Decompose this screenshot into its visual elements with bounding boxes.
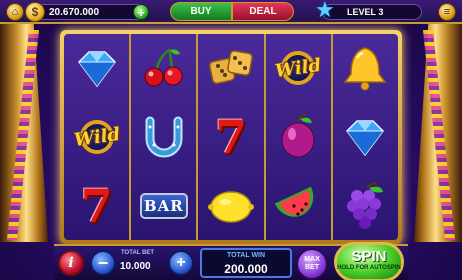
bar-symbol-icon: BAR <box>139 192 188 219</box>
reel-2: BAR <box>131 34 199 240</box>
buy-button[interactable]: BUY <box>170 2 232 21</box>
deal-button[interactable]: DEAL <box>232 2 294 21</box>
total-bet-value: 10.000 <box>120 261 151 272</box>
info-button[interactable]: i <box>58 250 84 276</box>
reel-cell <box>266 171 331 240</box>
seven-symbol-icon: 7 <box>215 110 248 164</box>
spin-label: SPIN <box>351 248 387 265</box>
reel-cell <box>333 34 398 103</box>
max-bet-button[interactable]: MAX BET <box>296 248 328 280</box>
buy-coins-button[interactable]: + <box>133 4 149 20</box>
menu-icon: ≡ <box>443 6 451 18</box>
total-bet-label: TOTAL BET <box>121 250 154 256</box>
diamond-symbol-icon <box>77 51 116 88</box>
top-bar: ⌂ $ 20.670.000 + BUY DEAL ★ LEVEL 3 ≡ <box>0 0 462 24</box>
horseshoe-symbol-icon <box>145 116 183 158</box>
dice-symbol-icon <box>208 50 253 85</box>
spin-button[interactable]: SPIN HOLD FOR AUTOSPIN <box>334 242 404 280</box>
reel-cell: 7 <box>64 171 129 240</box>
wild-symbol-icon: Wild <box>272 48 324 88</box>
lemon-symbol-icon <box>208 190 254 223</box>
level-indicator: ★ LEVEL 3 <box>315 0 422 21</box>
coin-icon: $ <box>25 2 45 22</box>
reel-cell <box>266 103 331 172</box>
reel-1: Wild 7 <box>64 34 132 240</box>
reel-cell: 7 <box>198 103 263 172</box>
star-icon: ★ <box>315 0 335 22</box>
diamond-symbol-icon <box>346 120 385 157</box>
reel-cell: Wild <box>266 34 331 103</box>
total-win-value: 200.000 <box>224 262 268 276</box>
total-win-box: TOTAL WIN 200.000 <box>200 248 292 278</box>
bell-symbol-icon <box>343 47 387 91</box>
spin-sub-label: HOLD FOR AUTOSPIN <box>337 265 401 271</box>
home-icon: ⌂ <box>11 6 19 18</box>
reel-4: Wild <box>266 34 333 240</box>
reel-cell <box>333 103 398 172</box>
level-label: LEVEL 3 <box>347 7 384 17</box>
watermelon-symbol-icon <box>275 186 314 217</box>
slot-game-scene: ⌂ $ 20.670.000 + BUY DEAL ★ LEVEL 3 ≡ Wi… <box>0 0 462 280</box>
plum-symbol-icon <box>281 114 315 158</box>
reel-cell <box>333 171 398 240</box>
reel-cell: BAR <box>131 171 196 240</box>
increase-bet-button[interactable]: + <box>168 250 194 276</box>
total-win-label: TOTAL WIN <box>226 252 266 259</box>
reel-cell <box>131 34 196 103</box>
bottom-panel: i − TOTAL BET 10.000 + TOTAL WIN 200.000… <box>54 242 408 280</box>
reel-cell: Wild <box>64 103 129 172</box>
reel-frame: Wild 7 BAR 7 Wild <box>60 30 402 244</box>
reel-cell <box>198 171 263 240</box>
wild-symbol-icon: Wild <box>71 117 123 157</box>
coin-balance: $ 20.670.000 + <box>25 2 149 22</box>
reel-5 <box>333 34 398 240</box>
seven-symbol-icon: 7 <box>80 178 113 233</box>
reel-cell <box>131 103 196 172</box>
grapes-symbol-icon <box>347 182 384 229</box>
decrease-bet-button[interactable]: − <box>90 250 116 276</box>
menu-button[interactable]: ≡ <box>438 3 456 21</box>
reel-3: 7 <box>198 34 266 240</box>
cherries-symbol-icon <box>144 49 183 87</box>
reel-grid: Wild 7 BAR 7 Wild <box>64 34 398 240</box>
home-button[interactable]: ⌂ <box>6 3 24 21</box>
reel-cell <box>198 34 263 103</box>
coin-balance-value: 20.670.000 <box>49 7 100 18</box>
reel-cell <box>64 34 129 103</box>
